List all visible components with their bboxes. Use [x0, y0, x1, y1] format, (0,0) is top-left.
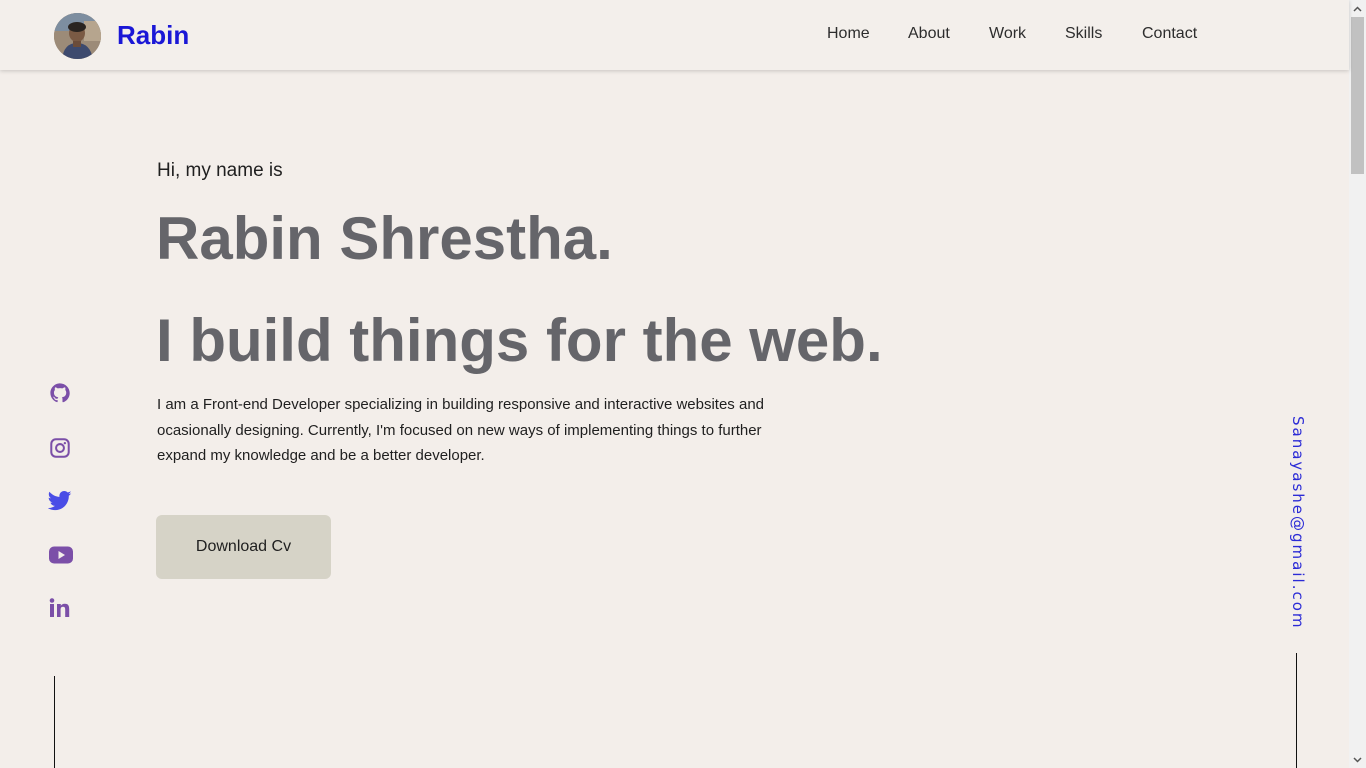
github-icon[interactable] — [46, 379, 74, 407]
site-header: Rabin Home About Work Skills Contact — [0, 0, 1349, 70]
right-divider-line — [1296, 653, 1297, 768]
scrollbar-thumb[interactable] — [1351, 17, 1364, 174]
hero-name: Rabin Shrestha. — [156, 205, 613, 272]
hero-greeting: Hi, my name is — [157, 160, 283, 181]
twitter-icon[interactable] — [46, 487, 74, 515]
brand-name[interactable]: Rabin — [117, 19, 189, 51]
nav-skills[interactable]: Skills — [1065, 24, 1102, 44]
scroll-up-icon[interactable] — [1349, 0, 1366, 17]
vertical-scrollbar[interactable] — [1349, 0, 1366, 768]
page: Rabin Home About Work Skills Contact Hi,… — [0, 0, 1366, 768]
hero-bio: I am a Front-end Developer specializing … — [157, 396, 765, 464]
nav-about[interactable]: About — [908, 24, 950, 44]
scroll-down-icon[interactable] — [1349, 751, 1366, 768]
linkedin-icon[interactable] — [45, 594, 73, 622]
youtube-icon[interactable] — [47, 541, 75, 569]
nav-contact[interactable]: Contact — [1142, 24, 1197, 44]
nav-home[interactable]: Home — [827, 24, 870, 44]
avatar[interactable] — [54, 13, 101, 59]
left-divider-line — [54, 676, 55, 768]
instagram-icon[interactable] — [46, 434, 74, 462]
email-link[interactable]: Sanayashe@gmail.com — [1289, 416, 1307, 630]
hero-tagline: I build things for the web. — [156, 307, 883, 374]
download-cv-button[interactable]: Download Cv — [156, 515, 331, 579]
nav-work[interactable]: Work — [989, 24, 1026, 44]
avatar-image — [54, 13, 101, 59]
